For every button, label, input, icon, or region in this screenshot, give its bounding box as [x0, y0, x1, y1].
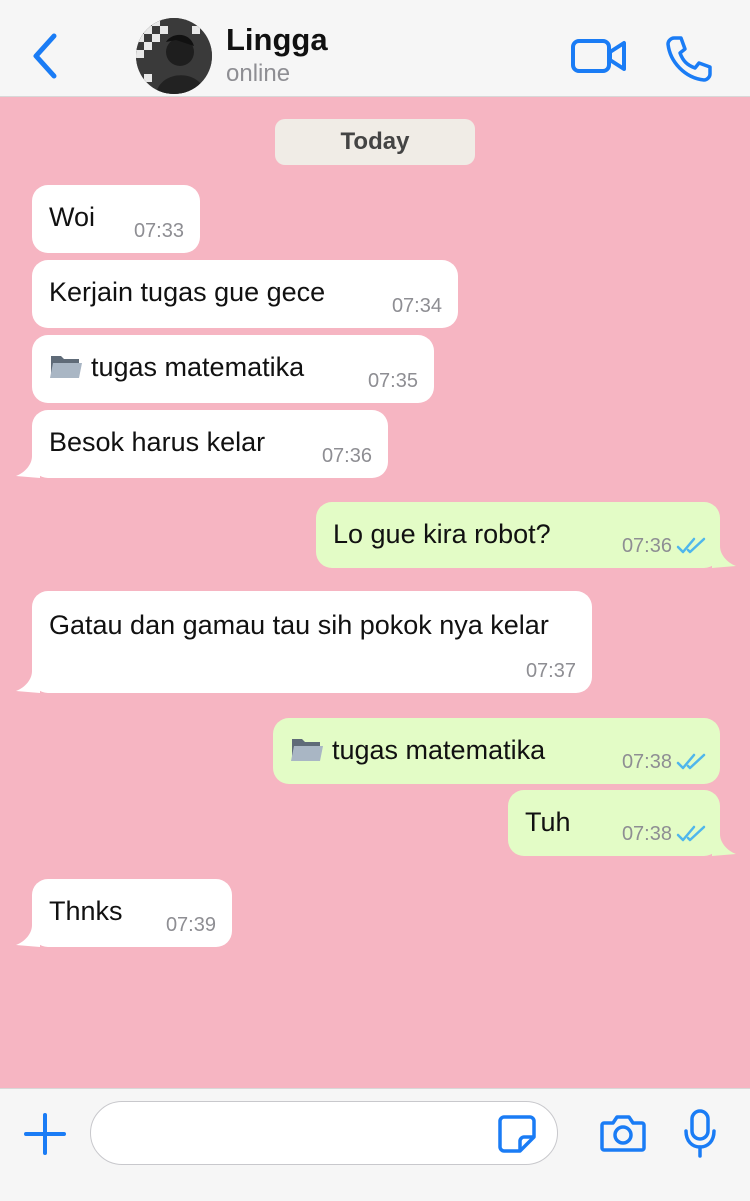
message-bubble-incoming[interactable]: tugas matematika 07:35	[32, 335, 434, 403]
folder-icon	[291, 739, 323, 761]
camera-button[interactable]	[600, 1113, 646, 1153]
message-bubble-outgoing[interactable]: Lo gue kira robot? 07:36	[316, 502, 736, 568]
message-time: 07:35	[367, 370, 418, 392]
message-text: Thnks	[49, 896, 123, 926]
back-button[interactable]	[26, 30, 66, 82]
message-bubble-outgoing[interactable]: tugas matematika 07:38	[273, 718, 720, 784]
message-text: Lo gue kira robot?	[333, 519, 551, 549]
message-text: Gatau dan gamau tau sih pokok nya kelar	[49, 610, 549, 640]
attachment[interactable]: tugas matematika	[290, 735, 545, 766]
read-ticks-icon	[676, 537, 706, 554]
message-time: 07:34	[391, 295, 442, 317]
bubble-tail	[16, 671, 40, 693]
voice-call-button[interactable]	[664, 34, 712, 82]
camera-icon	[600, 1115, 646, 1152]
microphone-button[interactable]	[682, 1109, 718, 1159]
message-text: Tuh	[525, 807, 571, 837]
composer-bar	[0, 1088, 750, 1201]
message-text: Besok harus kelar	[49, 427, 266, 457]
chat-header: Lingga online	[0, 0, 750, 97]
message-time: 07:38	[621, 823, 672, 845]
message-bubble-outgoing[interactable]: Tuh 07:38	[508, 790, 736, 856]
attachment-name: tugas matematika	[332, 735, 546, 765]
video-camera-icon	[571, 39, 626, 73]
attachment-name: tugas matematika	[91, 352, 305, 382]
microphone-icon	[684, 1109, 716, 1158]
date-chip: Today	[275, 119, 475, 165]
attachment[interactable]: tugas matematika	[49, 352, 304, 383]
folder-icon	[50, 356, 82, 378]
attach-button[interactable]	[24, 1113, 66, 1155]
message-time: 07:33	[133, 220, 184, 242]
chat-area[interactable]: Today Woi 07:33 Kerjain tugas gue gece 0…	[0, 97, 750, 1087]
message-bubble-incoming[interactable]: Woi 07:33	[32, 185, 200, 253]
message-input[interactable]	[90, 1101, 558, 1165]
avatar-image	[136, 18, 212, 94]
sticker-button[interactable]	[498, 1115, 536, 1153]
message-time: 07:37	[525, 660, 576, 682]
sticker-icon	[498, 1115, 536, 1153]
bubble-tail	[712, 834, 736, 856]
read-ticks-icon	[676, 825, 706, 842]
message-time: 07:39	[165, 914, 216, 936]
message-bubble-incoming[interactable]: Besok harus kelar 07:36	[16, 410, 388, 478]
message-time: 07:36	[321, 445, 372, 467]
contact-name[interactable]: Lingga	[226, 22, 328, 58]
bubble-tail	[16, 456, 40, 478]
message-bubble-incoming[interactable]: Gatau dan gamau tau sih pokok nya kelar …	[16, 591, 592, 693]
phone-icon	[666, 36, 712, 82]
video-call-button[interactable]	[570, 36, 628, 76]
contact-status: online	[226, 60, 291, 87]
bubble-tail	[712, 546, 736, 568]
message-text: Kerjain tugas gue gece	[49, 277, 326, 307]
plus-icon	[24, 1113, 66, 1155]
message-text: Woi	[49, 202, 96, 232]
chevron-left-icon	[33, 33, 57, 79]
message-time: 07:36	[621, 535, 672, 557]
message-time: 07:38	[621, 751, 672, 773]
message-bubble-incoming[interactable]: Kerjain tugas gue gece 07:34	[32, 260, 458, 328]
message-bubble-incoming[interactable]: Thnks 07:39	[16, 879, 232, 947]
bubble-tail	[16, 925, 40, 947]
avatar[interactable]	[136, 18, 212, 94]
read-ticks-icon	[676, 753, 706, 770]
